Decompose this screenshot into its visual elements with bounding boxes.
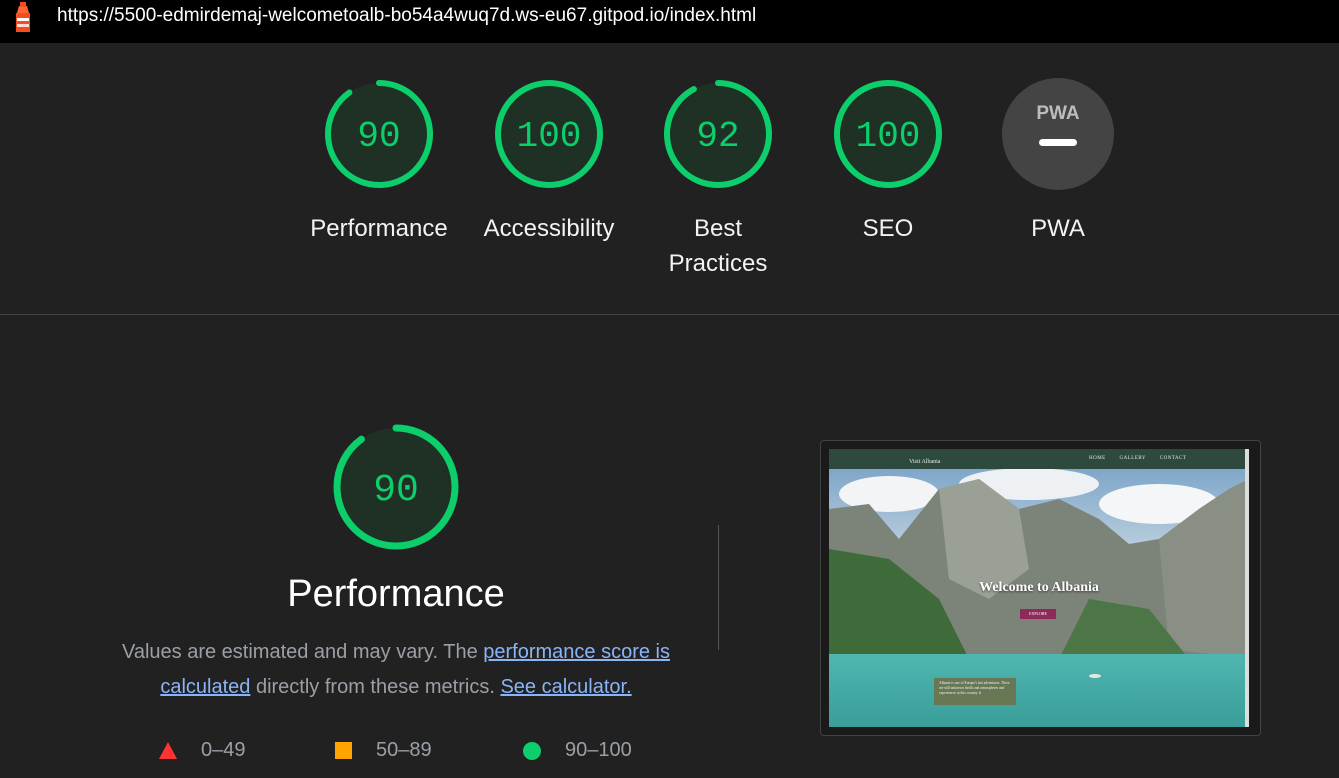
performance-section: 90 Performance Values are estimated and … xyxy=(0,315,1339,778)
score-value: 92 xyxy=(696,116,739,157)
nav-link: CONTACT xyxy=(1159,456,1187,461)
gauge-label: Best Practices xyxy=(668,215,768,277)
gauge-label: Performance xyxy=(310,215,448,242)
score-value: 100 xyxy=(517,116,582,157)
url-text[interactable]: https://5500-edmirdemaj-welcometoalb-bo5… xyxy=(57,5,756,27)
triangle-icon xyxy=(159,742,177,759)
performance-score-value: 90 xyxy=(373,469,419,512)
see-calculator-link[interactable]: See calculator. xyxy=(500,676,631,698)
performance-score-ring: 90 xyxy=(333,424,459,550)
lighthouse-icon xyxy=(16,2,30,32)
page-screenshot: Visit Albania HOME GALLERY CONTACT Welco… xyxy=(829,449,1249,727)
score-ring: 100 xyxy=(834,80,942,188)
screenshot-scrollbar xyxy=(1245,449,1249,727)
nav-link: GALLERY xyxy=(1119,456,1147,461)
gauge-best-practices[interactable]: 92 Best Practices xyxy=(633,77,803,281)
legend-range: 0–49 xyxy=(201,739,246,761)
vertical-divider xyxy=(718,525,719,650)
screenshot-brand: Visit Albania xyxy=(909,459,941,465)
legend-range: 90–100 xyxy=(565,739,632,761)
score-ring: 92 xyxy=(664,80,772,188)
performance-title: Performance xyxy=(287,573,505,615)
circle-icon xyxy=(523,741,541,760)
screenshot-nav: Visit Albania HOME GALLERY CONTACT xyxy=(829,449,1249,469)
dash-icon xyxy=(1039,139,1077,146)
gauge-label: Accessibility xyxy=(483,215,615,242)
screenshot-nav-links: HOME GALLERY CONTACT xyxy=(1089,456,1199,461)
score-ring: 90 xyxy=(325,80,433,188)
desc-text: directly from these metrics. xyxy=(250,676,501,698)
score-ring: 100 xyxy=(495,80,603,188)
gauge-label: SEO xyxy=(862,215,914,242)
gauge-performance[interactable]: 90 Performance xyxy=(294,77,464,246)
screenshot-info-box: Albania is one of Europe's last adventur… xyxy=(934,678,1016,705)
desc-text: Values are estimated and may vary. The xyxy=(121,641,484,663)
gauge-accessibility[interactable]: 100 Accessibility xyxy=(464,77,634,246)
score-legend: 0–49 50–89 90–100 xyxy=(0,732,700,768)
pwa-badge: PWA xyxy=(1002,78,1114,190)
legend-range: 50–89 xyxy=(376,739,432,761)
score-value: 100 xyxy=(856,116,921,157)
score-gauges: 90 Performance 100 Accessibility 92 Best… xyxy=(0,43,1339,314)
gauge-label: PWA xyxy=(1031,215,1085,242)
gauge-seo[interactable]: 100 SEO xyxy=(803,77,973,246)
gauge-pwa[interactable]: PWA PWA xyxy=(973,77,1143,246)
legend-pass: 90–100 xyxy=(523,739,632,762)
score-value: 90 xyxy=(357,116,400,157)
nav-link: HOME xyxy=(1089,456,1106,461)
legend-fail: 0–49 xyxy=(159,739,246,762)
legend-average: 50–89 xyxy=(335,739,432,762)
final-screenshot[interactable]: Visit Albania HOME GALLERY CONTACT Welco… xyxy=(820,440,1261,736)
address-bar: https://5500-edmirdemaj-welcometoalb-bo5… xyxy=(0,0,1339,43)
performance-description: Values are estimated and may vary. The p… xyxy=(108,635,684,705)
screenshot-explore-button: EXPLORE xyxy=(1020,609,1056,619)
pwa-logo-icon: PWA xyxy=(1036,103,1080,124)
screenshot-hero-title: Welcome to Albania xyxy=(979,580,1099,595)
square-icon xyxy=(335,742,352,759)
